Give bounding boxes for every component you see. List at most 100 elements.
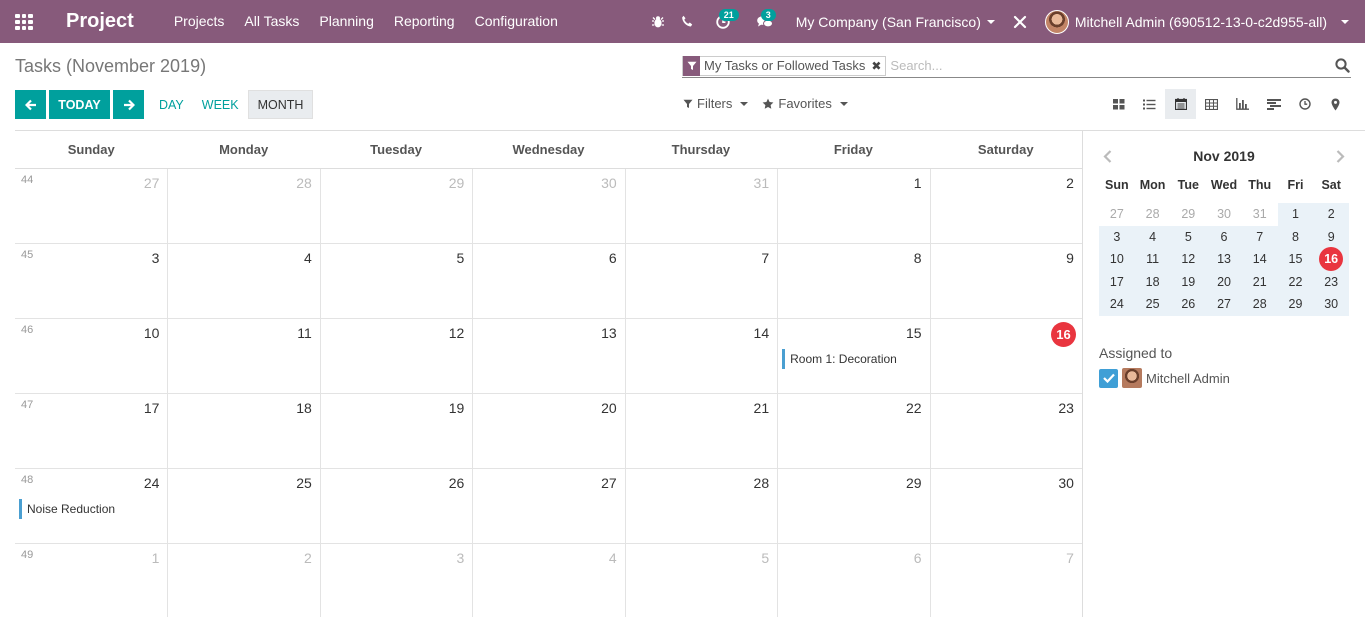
mini-day[interactable]: 9 [1313,225,1350,248]
messaging-button[interactable]: 3 [744,0,786,43]
user-menu[interactable]: Mitchell Admin (690512-13-0-c2d955-all) [1035,0,1365,43]
assignee-checkbox[interactable] [1099,368,1118,388]
calendar-day-cell[interactable]: 29 [319,169,472,243]
calendar-day-cell[interactable]: 29 [777,469,929,543]
mini-day[interactable]: 13 [1206,248,1242,271]
menu-projects[interactable]: Projects [164,0,235,43]
mini-day[interactable]: 8 [1277,225,1314,248]
mini-day[interactable]: 11 [1134,248,1171,271]
calendar-day-cell[interactable]: 7 [624,244,777,318]
calendar-day-cell[interactable]: 22 [777,394,929,468]
menu-configuration[interactable]: Configuration [465,0,568,43]
mini-day[interactable]: 12 [1170,248,1207,271]
mini-day[interactable]: 19 [1170,270,1207,293]
calendar-day-cell[interactable]: 4 [167,244,319,318]
mini-day[interactable]: 10 [1099,248,1135,271]
mini-prev-button[interactable] [1099,146,1115,166]
activity-button[interactable]: 21 [702,0,744,43]
mini-day[interactable]: 29 [1170,203,1206,226]
today-button[interactable]: TODAY [49,90,110,119]
calendar-day-cell[interactable]: 28 [624,469,777,543]
map-view-button[interactable] [1320,89,1351,119]
gantt-view-button[interactable] [1258,89,1289,119]
calendar-day-cell[interactable]: 25 [167,469,319,543]
previous-button[interactable] [15,90,46,119]
mini-day[interactable]: 23 [1313,270,1350,293]
scale-week-button[interactable]: WEEK [193,90,248,119]
calendar-day-cell[interactable]: 8 [777,244,929,318]
app-brand[interactable]: Project [66,10,134,33]
calendar-view-button[interactable] [1165,89,1196,119]
menu-reporting[interactable]: Reporting [384,0,465,43]
calendar-day-cell[interactable]: 15 Room 1: Decoration [777,319,929,393]
menu-all-tasks[interactable]: All Tasks [234,0,309,43]
calendar-day-cell[interactable]: 5 [624,544,777,617]
calendar-day-cell[interactable]: 30 [472,169,624,243]
calendar-day-cell[interactable]: 4 [472,544,624,617]
calendar-day-cell[interactable]: 7 [929,544,1082,617]
calendar-day-cell[interactable]: 45 3 [15,244,167,318]
calendar-day-cell[interactable]: 19 [319,394,472,468]
favorites-dropdown[interactable]: Favorites [762,96,848,111]
mini-day[interactable]: 30 [1313,293,1350,316]
calendar-day-cell[interactable]: 2 [167,544,319,617]
filters-dropdown[interactable]: Filters [683,96,749,111]
calendar-day-cell[interactable]: 48 24 Noise Reduction [15,469,167,543]
calendar-day-cell[interactable]: 47 17 [15,394,167,468]
mini-day[interactable]: 30 [1206,203,1242,226]
mini-day[interactable]: 21 [1241,270,1278,293]
apps-menu-button[interactable] [0,0,48,43]
calendar-day-cell[interactable]: 3 [319,544,472,617]
calendar-day-cell[interactable]: 30 [929,469,1082,543]
mini-day-today[interactable]: 16 [1313,247,1350,271]
calendar-day-cell[interactable]: 14 [624,319,777,393]
calendar-day-cell[interactable]: 18 [167,394,319,468]
next-button[interactable] [113,90,144,119]
mini-day[interactable]: 28 [1241,293,1278,316]
search-icon[interactable] [1333,58,1351,73]
company-switcher[interactable]: My Company (San Francisco) [786,0,1005,43]
mini-day[interactable]: 1 [1277,203,1314,226]
tools-button[interactable] [1005,0,1035,43]
calendar-day-cell[interactable]: 2 [929,169,1082,243]
mini-day[interactable]: 18 [1134,270,1171,293]
list-view-button[interactable] [1134,89,1165,119]
calendar-day-cell[interactable]: 20 [472,394,624,468]
pivot-view-button[interactable] [1196,89,1227,119]
calendar-day-cell[interactable]: 23 [929,394,1082,468]
activity-view-button[interactable] [1289,89,1320,119]
calendar-day-cell[interactable]: 1 [777,169,929,243]
calendar-day-cell[interactable]: 13 [472,319,624,393]
mini-day[interactable]: 7 [1241,225,1278,248]
mini-day[interactable]: 3 [1099,225,1135,248]
calendar-day-cell[interactable]: 16 [929,319,1082,393]
mini-day[interactable]: 22 [1277,270,1314,293]
calendar-day-cell[interactable]: 31 [624,169,777,243]
search-input[interactable] [890,58,1333,73]
mini-day[interactable]: 5 [1170,225,1207,248]
calendar-day-cell[interactable]: 27 [472,469,624,543]
mini-day[interactable]: 27 [1099,203,1135,226]
mini-day[interactable]: 24 [1099,293,1135,316]
mini-day[interactable]: 14 [1241,248,1278,271]
calendar-day-cell[interactable]: 11 [167,319,319,393]
mini-day[interactable]: 6 [1206,225,1242,248]
mini-day[interactable]: 28 [1135,203,1171,226]
calendar-day-cell[interactable]: 28 [167,169,319,243]
mini-day[interactable]: 26 [1170,293,1207,316]
voip-button[interactable] [673,0,702,43]
calendar-day-cell[interactable]: 46 10 [15,319,167,393]
mini-day[interactable]: 2 [1313,203,1350,226]
calendar-day-cell[interactable]: 21 [624,394,777,468]
mini-next-button[interactable] [1333,146,1349,166]
calendar-day-cell[interactable]: 44 27 [15,169,167,243]
calendar-event[interactable]: Noise Reduction [19,499,162,519]
mini-day[interactable]: 29 [1277,293,1314,316]
scale-day-button[interactable]: DAY [150,90,193,119]
calendar-day-cell[interactable]: 49 1 [15,544,167,617]
debug-button[interactable] [643,0,673,43]
calendar-day-cell[interactable]: 5 [319,244,472,318]
mini-day[interactable]: 31 [1242,203,1278,226]
mini-day[interactable]: 25 [1134,293,1171,316]
kanban-view-button[interactable] [1103,89,1134,119]
